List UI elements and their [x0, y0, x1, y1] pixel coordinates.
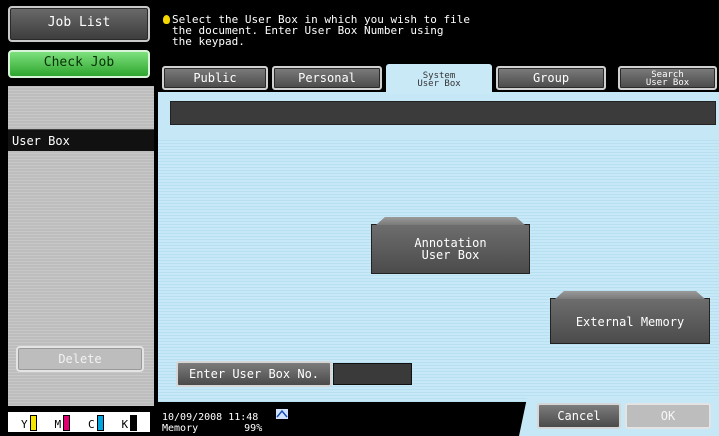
toner-black: K — [121, 413, 138, 431]
annotation-user-box-button[interactable]: Annotation User Box — [371, 217, 530, 274]
user-box-header-bar — [170, 101, 716, 125]
user-box-number-field[interactable] — [333, 363, 412, 385]
toner-cyan-label: C — [87, 418, 95, 431]
toner-magenta-bar — [63, 415, 71, 431]
tab-search-user-box[interactable]: Search User Box — [618, 66, 717, 90]
toner-magenta-label: M — [54, 418, 62, 431]
status-text: 10/09/2008 11:48 Memory 99% — [162, 412, 262, 434]
tab-system-user-box[interactable]: System User Box — [386, 64, 492, 94]
network-icon — [276, 409, 288, 419]
toner-black-bar — [130, 415, 138, 431]
instruction-message: Select the User Box in which you wish to… — [172, 13, 471, 48]
toner-levels: Y M C K — [8, 412, 150, 432]
toner-yellow-label: Y — [20, 418, 28, 431]
box-top-bevel — [376, 217, 525, 225]
datetime: 10/09/2008 11:48 — [162, 412, 259, 423]
ok-button[interactable]: OK — [625, 403, 711, 429]
box-top-bevel — [555, 291, 705, 299]
check-job-button[interactable]: Check Job — [8, 50, 150, 78]
memory-line: Memory 99% — [162, 423, 262, 434]
external-memory-button[interactable]: External Memory — [550, 291, 710, 344]
job-list-button[interactable]: Job List — [8, 6, 150, 42]
memory-label: Memory — [162, 423, 199, 434]
tab-public[interactable]: Public — [162, 66, 268, 90]
toner-cyan: C — [88, 413, 104, 431]
delete-button[interactable]: Delete — [16, 346, 144, 372]
memory-value: 99% — [244, 423, 263, 434]
toner-cyan-bar — [96, 415, 104, 431]
tab-group[interactable]: Group — [496, 66, 606, 90]
toner-magenta: M — [54, 413, 71, 431]
toner-black-label: K — [121, 418, 129, 431]
toner-yellow: Y — [21, 413, 37, 431]
tab-search-line2: User Box — [645, 78, 690, 88]
tab-system-user-box-line2: User Box — [417, 79, 461, 89]
sidebar-item-user-box[interactable]: User Box — [8, 129, 154, 151]
toner-yellow-bar — [29, 415, 37, 431]
tab-personal[interactable]: Personal — [272, 66, 382, 90]
annotation-line2: User Box — [421, 248, 480, 262]
external-memory-label: External Memory — [575, 315, 685, 329]
enter-user-box-button[interactable]: Enter User Box No. — [176, 361, 332, 387]
cancel-button[interactable]: Cancel — [537, 403, 621, 429]
